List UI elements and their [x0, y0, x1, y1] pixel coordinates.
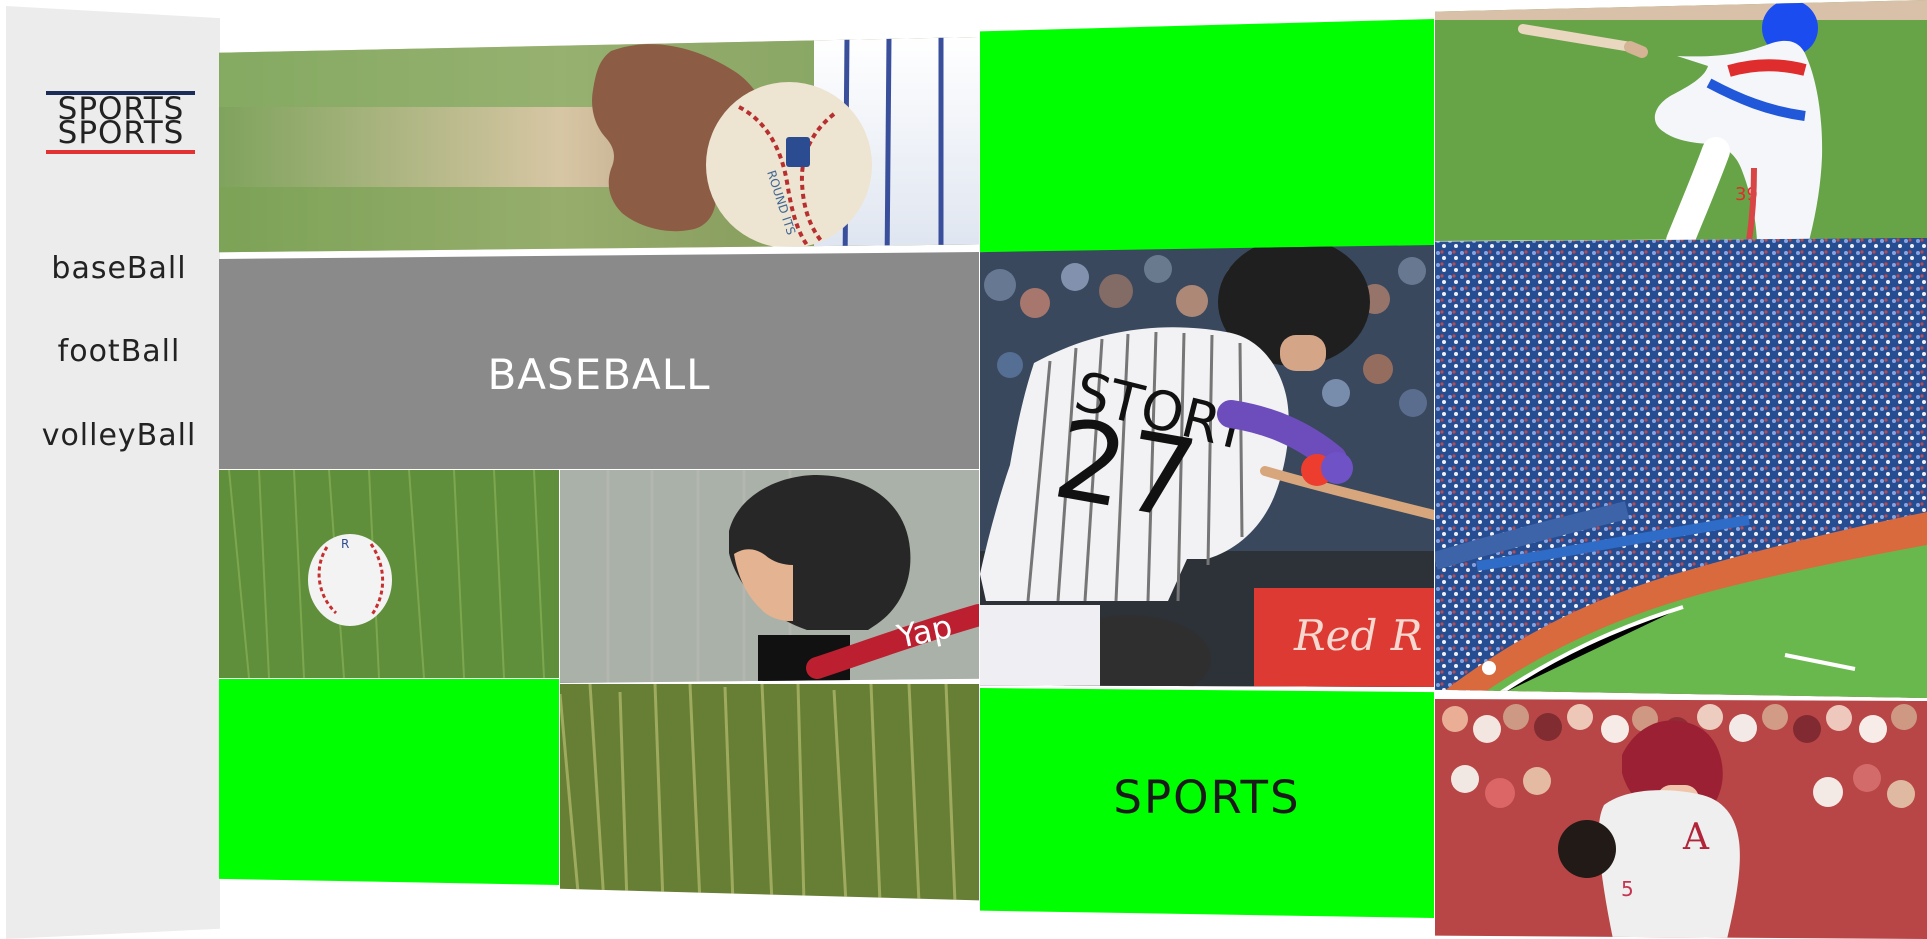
sports-label-tile[interactable]: SPORTS: [980, 688, 1434, 918]
logo-bottom-rule: [46, 150, 195, 154]
green-panel-top: [980, 19, 1434, 252]
banner-red-text: Red R: [1293, 611, 1422, 660]
logo-word-bottom: SPORTS: [57, 115, 185, 151]
hero-ball-photo: ROUND ITS: [219, 37, 979, 253]
batter-center-art: Red R STORY 27: [980, 245, 1434, 687]
sports-logo[interactable]: SPORTS SPORTS: [46, 87, 196, 159]
ball-on-grass-photo-tile[interactable]: R: [219, 470, 559, 678]
nav-link-baseball[interactable]: baseBall: [24, 254, 214, 284]
grass-art: [560, 684, 979, 901]
image-wall: ROUND ITS 39 BASEBALL Red R STORY 27 R Y…: [219, 0, 1927, 939]
nav-link-volleyball[interactable]: volleyBall: [24, 421, 214, 451]
batter-top-right-art: 39: [1435, 0, 1927, 241]
svg-text:R: R: [341, 537, 349, 551]
green-panel-bottom-left: [219, 679, 559, 885]
stadium-photo: [1435, 238, 1927, 698]
sports-label: SPORTS: [1113, 771, 1301, 824]
ball-on-grass-photo: R: [219, 470, 559, 678]
grass-photo: [560, 684, 979, 901]
player-number-27-text: 27: [1045, 395, 1205, 545]
svg-text:5: 5: [1621, 877, 1634, 901]
hero-ball-photo-tile[interactable]: ROUND ITS: [219, 37, 979, 253]
pitcher-photo: A 5: [1435, 699, 1927, 939]
hero-ball-art: ROUND ITS: [219, 37, 979, 253]
stadium-photo-tile[interactable]: [1435, 238, 1927, 698]
svg-text:A: A: [1682, 817, 1710, 858]
baseball-label-tile[interactable]: BASEBALL: [219, 252, 979, 469]
sidebar: SPORTS SPORTS baseBall footBall volleyBa…: [6, 6, 220, 939]
stadium-art: [1435, 238, 1927, 698]
batter-photo-tile-top-right[interactable]: 39: [1435, 0, 1927, 241]
page-stage: SPORTS SPORTS baseBall footBall volleyBa…: [0, 0, 1927, 939]
young-player-art: Yap: [560, 470, 979, 683]
batter-photo-tile-center[interactable]: Red R STORY 27: [980, 245, 1434, 687]
nav-link-football[interactable]: footBall: [24, 337, 214, 367]
pitcher-art: A 5: [1435, 699, 1927, 939]
young-player-photo-tile[interactable]: Yap: [560, 470, 979, 683]
batter-photo-top-right: 39: [1435, 0, 1927, 241]
grass-photo-tile[interactable]: [560, 684, 979, 901]
pitcher-photo-tile[interactable]: A 5: [1435, 699, 1927, 939]
baseball-label: BASEBALL: [487, 350, 711, 399]
batter-photo-center: Red R STORY 27: [980, 245, 1434, 687]
ball-on-grass-art: R: [219, 470, 559, 678]
young-player-photo: Yap: [560, 470, 979, 683]
